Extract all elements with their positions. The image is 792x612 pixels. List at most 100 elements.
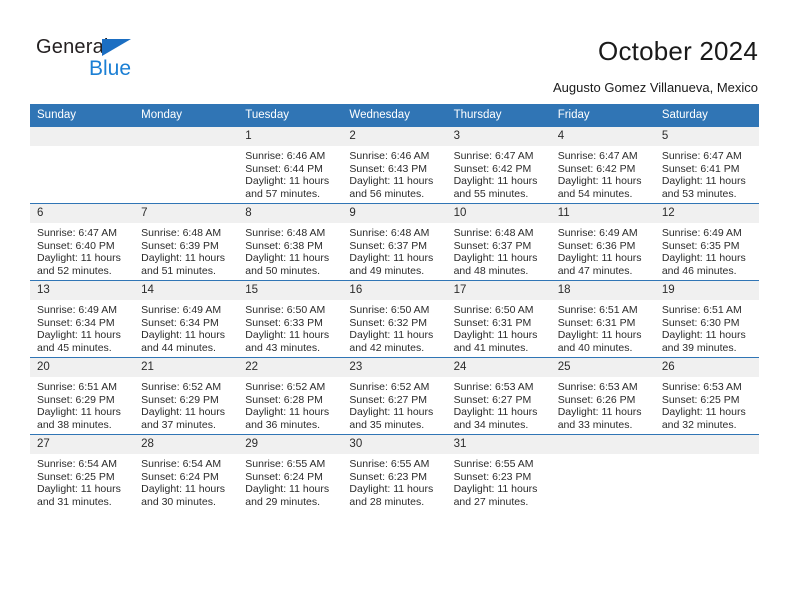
day-number: 8 <box>238 204 343 223</box>
day-number: 10 <box>446 204 551 223</box>
calendar-day-cell[interactable]: 23 Sunrise: 6:52 AM Sunset: 6:27 PM Dayligh… <box>342 357 447 435</box>
day-number: 26 <box>654 358 759 377</box>
calendar-day-cell[interactable]: 6 Sunrise: 6:47 AM Sunset: 6:40 PM Daylight… <box>30 203 135 281</box>
calendar-day-cell[interactable]: 15 Sunrise: 6:50 AM Sunset: 6:33 PM Dayligh… <box>238 280 343 358</box>
sunset-text: Sunset: 6:38 PM <box>245 239 323 252</box>
calendar-day-cell[interactable]: 13 Sunrise: 6:49 AM Sunset: 6:34 PM Dayligh… <box>30 280 135 358</box>
calendar-day-cell[interactable]: 31 Sunrise: 6:55 AM Sunset: 6:23 PM Dayligh… <box>446 434 551 511</box>
calendar-day-cell[interactable]: 12 Sunrise: 6:49 AM Sunset: 6:35 PM Dayligh… <box>654 203 759 281</box>
day-cell-inner <box>134 127 239 203</box>
calendar-day-cell[interactable]: 24 Sunrise: 6:53 AM Sunset: 6:27 PM Dayligh… <box>446 357 551 435</box>
sunset-text: Sunset: 6:29 PM <box>141 393 219 406</box>
calendar-day-cell-empty <box>30 127 135 204</box>
daylight-text: Daylight: 11 hours and 40 minutes. <box>557 329 642 354</box>
sunrise-text: Sunrise: 6:48 AM <box>141 227 222 239</box>
calendar-day-cell-empty <box>654 434 759 511</box>
daylight-text: Daylight: 11 hours and 36 minutes. <box>245 406 330 431</box>
sunset-text: Sunset: 6:23 PM <box>453 470 532 483</box>
calendar-day-cell[interactable]: 19 Sunrise: 6:51 AM Sunset: 6:30 PM Dayligh… <box>654 280 759 358</box>
day-details: Sunrise: 6:47 AM Sunset: 6:42 PM Daylight:… <box>447 146 551 200</box>
sunrise-text: Sunrise: 6:54 AM <box>141 458 222 470</box>
day-details: Sunrise: 6:51 AM Sunset: 6:30 PM Daylight:… <box>655 300 759 354</box>
day-number: 7 <box>134 204 239 223</box>
calendar-day-cell[interactable]: 14 Sunrise: 6:49 AM Sunset: 6:34 PM Dayligh… <box>134 280 239 358</box>
day-details: Sunrise: 6:48 AM Sunset: 6:37 PM Daylight:… <box>447 223 551 277</box>
day-cell-inner: 28 Sunrise: 6:54 AM Sunset: 6:24 PM Dayligh… <box>134 435 239 511</box>
daylight-text: Daylight: 11 hours and 35 minutes. <box>349 406 434 431</box>
daylight-text: Daylight: 11 hours and 34 minutes. <box>453 406 538 431</box>
daylight-text: Daylight: 11 hours and 49 minutes. <box>349 252 434 277</box>
sunrise-text: Sunrise: 6:48 AM <box>245 227 326 239</box>
calendar-day-cell[interactable]: 22 Sunrise: 6:52 AM Sunset: 6:28 PM Dayligh… <box>238 357 343 435</box>
sunset-text: Sunset: 6:23 PM <box>349 470 428 483</box>
day-details: Sunrise: 6:47 AM Sunset: 6:41 PM Daylight:… <box>655 146 759 200</box>
day-number: 2 <box>342 127 447 146</box>
daylight-text: Daylight: 11 hours and 53 minutes. <box>661 175 746 200</box>
day-cell-inner: 1 Sunrise: 6:46 AM Sunset: 6:44 PM Daylight… <box>238 127 343 203</box>
calendar-day-cell[interactable]: 27 Sunrise: 6:54 AM Sunset: 6:25 PM Dayligh… <box>30 434 135 511</box>
calendar-day-cell[interactable]: 9 Sunrise: 6:48 AM Sunset: 6:37 PM Daylight… <box>342 203 447 281</box>
weekday-header-monday: Monday <box>134 104 239 127</box>
calendar-day-cell[interactable]: 20 Sunrise: 6:51 AM Sunset: 6:29 PM Dayligh… <box>30 357 135 435</box>
sunrise-text: Sunrise: 6:54 AM <box>37 458 117 470</box>
day-cell-inner: 11 Sunrise: 6:49 AM Sunset: 6:36 PM Dayligh… <box>550 204 655 280</box>
sunrise-text: Sunrise: 6:50 AM <box>349 304 430 316</box>
sunset-text: Sunset: 6:41 PM <box>661 162 740 175</box>
calendar-day-cell[interactable]: 17 Sunrise: 6:50 AM Sunset: 6:31 PM Dayligh… <box>446 280 551 358</box>
day-cell-inner: 4 Sunrise: 6:47 AM Sunset: 6:42 PM Daylight… <box>550 127 655 203</box>
day-number: 12 <box>654 204 759 223</box>
day-cell-inner: 13 Sunrise: 6:49 AM Sunset: 6:34 PM Dayligh… <box>30 281 135 357</box>
calendar-day-cell[interactable]: 29 Sunrise: 6:55 AM Sunset: 6:24 PM Dayligh… <box>238 434 343 511</box>
calendar-day-cell[interactable]: 11 Sunrise: 6:49 AM Sunset: 6:36 PM Dayligh… <box>550 203 655 281</box>
calendar-day-cell[interactable]: 2 Sunrise: 6:46 AM Sunset: 6:43 PM Daylight… <box>342 127 447 204</box>
calendar-day-cell[interactable]: 4 Sunrise: 6:47 AM Sunset: 6:42 PM Daylight… <box>550 127 655 204</box>
calendar-day-cell[interactable]: 18 Sunrise: 6:51 AM Sunset: 6:31 PM Dayligh… <box>550 280 655 358</box>
calendar-day-cell[interactable]: 21 Sunrise: 6:52 AM Sunset: 6:29 PM Dayligh… <box>134 357 239 435</box>
day-cell-inner: 15 Sunrise: 6:50 AM Sunset: 6:33 PM Dayligh… <box>238 281 343 357</box>
daylight-text: Daylight: 11 hours and 57 minutes. <box>245 175 330 200</box>
day-cell-inner: 3 Sunrise: 6:47 AM Sunset: 6:42 PM Daylight… <box>446 127 551 203</box>
day-details: Sunrise: 6:49 AM Sunset: 6:35 PM Daylight:… <box>655 223 759 277</box>
day-number: 6 <box>30 204 135 223</box>
calendar-day-cell[interactable]: 26 Sunrise: 6:53 AM Sunset: 6:25 PM Dayligh… <box>654 357 759 435</box>
sunrise-text: Sunrise: 6:47 AM <box>37 227 117 239</box>
sunset-text: Sunset: 6:32 PM <box>349 316 428 329</box>
day-cell-inner: 9 Sunrise: 6:48 AM Sunset: 6:37 PM Daylight… <box>342 204 447 280</box>
day-number <box>30 127 135 146</box>
calendar-table: Sunday Monday Tuesday Wednesday Thursday… <box>30 104 759 511</box>
day-cell-inner: 16 Sunrise: 6:50 AM Sunset: 6:32 PM Dayligh… <box>342 281 447 357</box>
sunset-text: Sunset: 6:44 PM <box>245 162 323 175</box>
calendar-day-cell[interactable]: 8 Sunrise: 6:48 AM Sunset: 6:38 PM Daylight… <box>238 203 343 281</box>
calendar-day-cell[interactable]: 28 Sunrise: 6:54 AM Sunset: 6:24 PM Dayligh… <box>134 434 239 511</box>
day-details: Sunrise: 6:46 AM Sunset: 6:43 PM Daylight:… <box>342 146 446 200</box>
calendar-day-cell[interactable]: 16 Sunrise: 6:50 AM Sunset: 6:32 PM Dayligh… <box>342 280 447 358</box>
calendar-day-cell[interactable]: 3 Sunrise: 6:47 AM Sunset: 6:42 PM Daylight… <box>446 127 551 204</box>
day-details: Sunrise: 6:50 AM Sunset: 6:33 PM Daylight:… <box>238 300 342 354</box>
day-details: Sunrise: 6:48 AM Sunset: 6:37 PM Daylight:… <box>342 223 446 277</box>
calendar-day-cell[interactable]: 1 Sunrise: 6:46 AM Sunset: 6:44 PM Daylight… <box>238 127 343 204</box>
triangle-icon <box>102 39 131 56</box>
sunrise-text: Sunrise: 6:52 AM <box>141 381 222 393</box>
day-cell-inner: 14 Sunrise: 6:49 AM Sunset: 6:34 PM Dayligh… <box>134 281 239 357</box>
day-number: 17 <box>446 281 551 300</box>
day-details: Sunrise: 6:51 AM Sunset: 6:31 PM Daylight:… <box>551 300 655 354</box>
day-details: Sunrise: 6:49 AM Sunset: 6:34 PM Daylight:… <box>134 300 238 354</box>
sunset-text: Sunset: 6:34 PM <box>37 316 115 329</box>
day-cell-inner: 5 Sunrise: 6:47 AM Sunset: 6:41 PM Daylight… <box>654 127 759 203</box>
day-details: Sunrise: 6:49 AM Sunset: 6:36 PM Daylight:… <box>551 223 655 277</box>
calendar-day-cell[interactable]: 10 Sunrise: 6:48 AM Sunset: 6:37 PM Dayligh… <box>446 203 551 281</box>
day-number: 1 <box>238 127 343 146</box>
day-details: Sunrise: 6:50 AM Sunset: 6:32 PM Daylight:… <box>342 300 446 354</box>
sunset-text: Sunset: 6:36 PM <box>557 239 636 252</box>
sunset-text: Sunset: 6:27 PM <box>453 393 532 406</box>
weekday-header-thursday: Thursday <box>446 104 551 127</box>
logo-text-blue: Blue <box>89 57 132 80</box>
calendar-day-cell[interactable]: 7 Sunrise: 6:48 AM Sunset: 6:39 PM Daylight… <box>134 203 239 281</box>
calendar-day-cell[interactable]: 5 Sunrise: 6:47 AM Sunset: 6:41 PM Daylight… <box>654 127 759 204</box>
sunset-text: Sunset: 6:35 PM <box>661 239 740 252</box>
daylight-text: Daylight: 11 hours and 54 minutes. <box>557 175 642 200</box>
sunrise-text: Sunrise: 6:47 AM <box>661 150 742 162</box>
calendar-day-cell[interactable]: 30 Sunrise: 6:55 AM Sunset: 6:23 PM Dayligh… <box>342 434 447 511</box>
sunrise-text: Sunrise: 6:47 AM <box>453 150 534 162</box>
calendar-day-cell[interactable]: 25 Sunrise: 6:53 AM Sunset: 6:26 PM Dayligh… <box>550 357 655 435</box>
